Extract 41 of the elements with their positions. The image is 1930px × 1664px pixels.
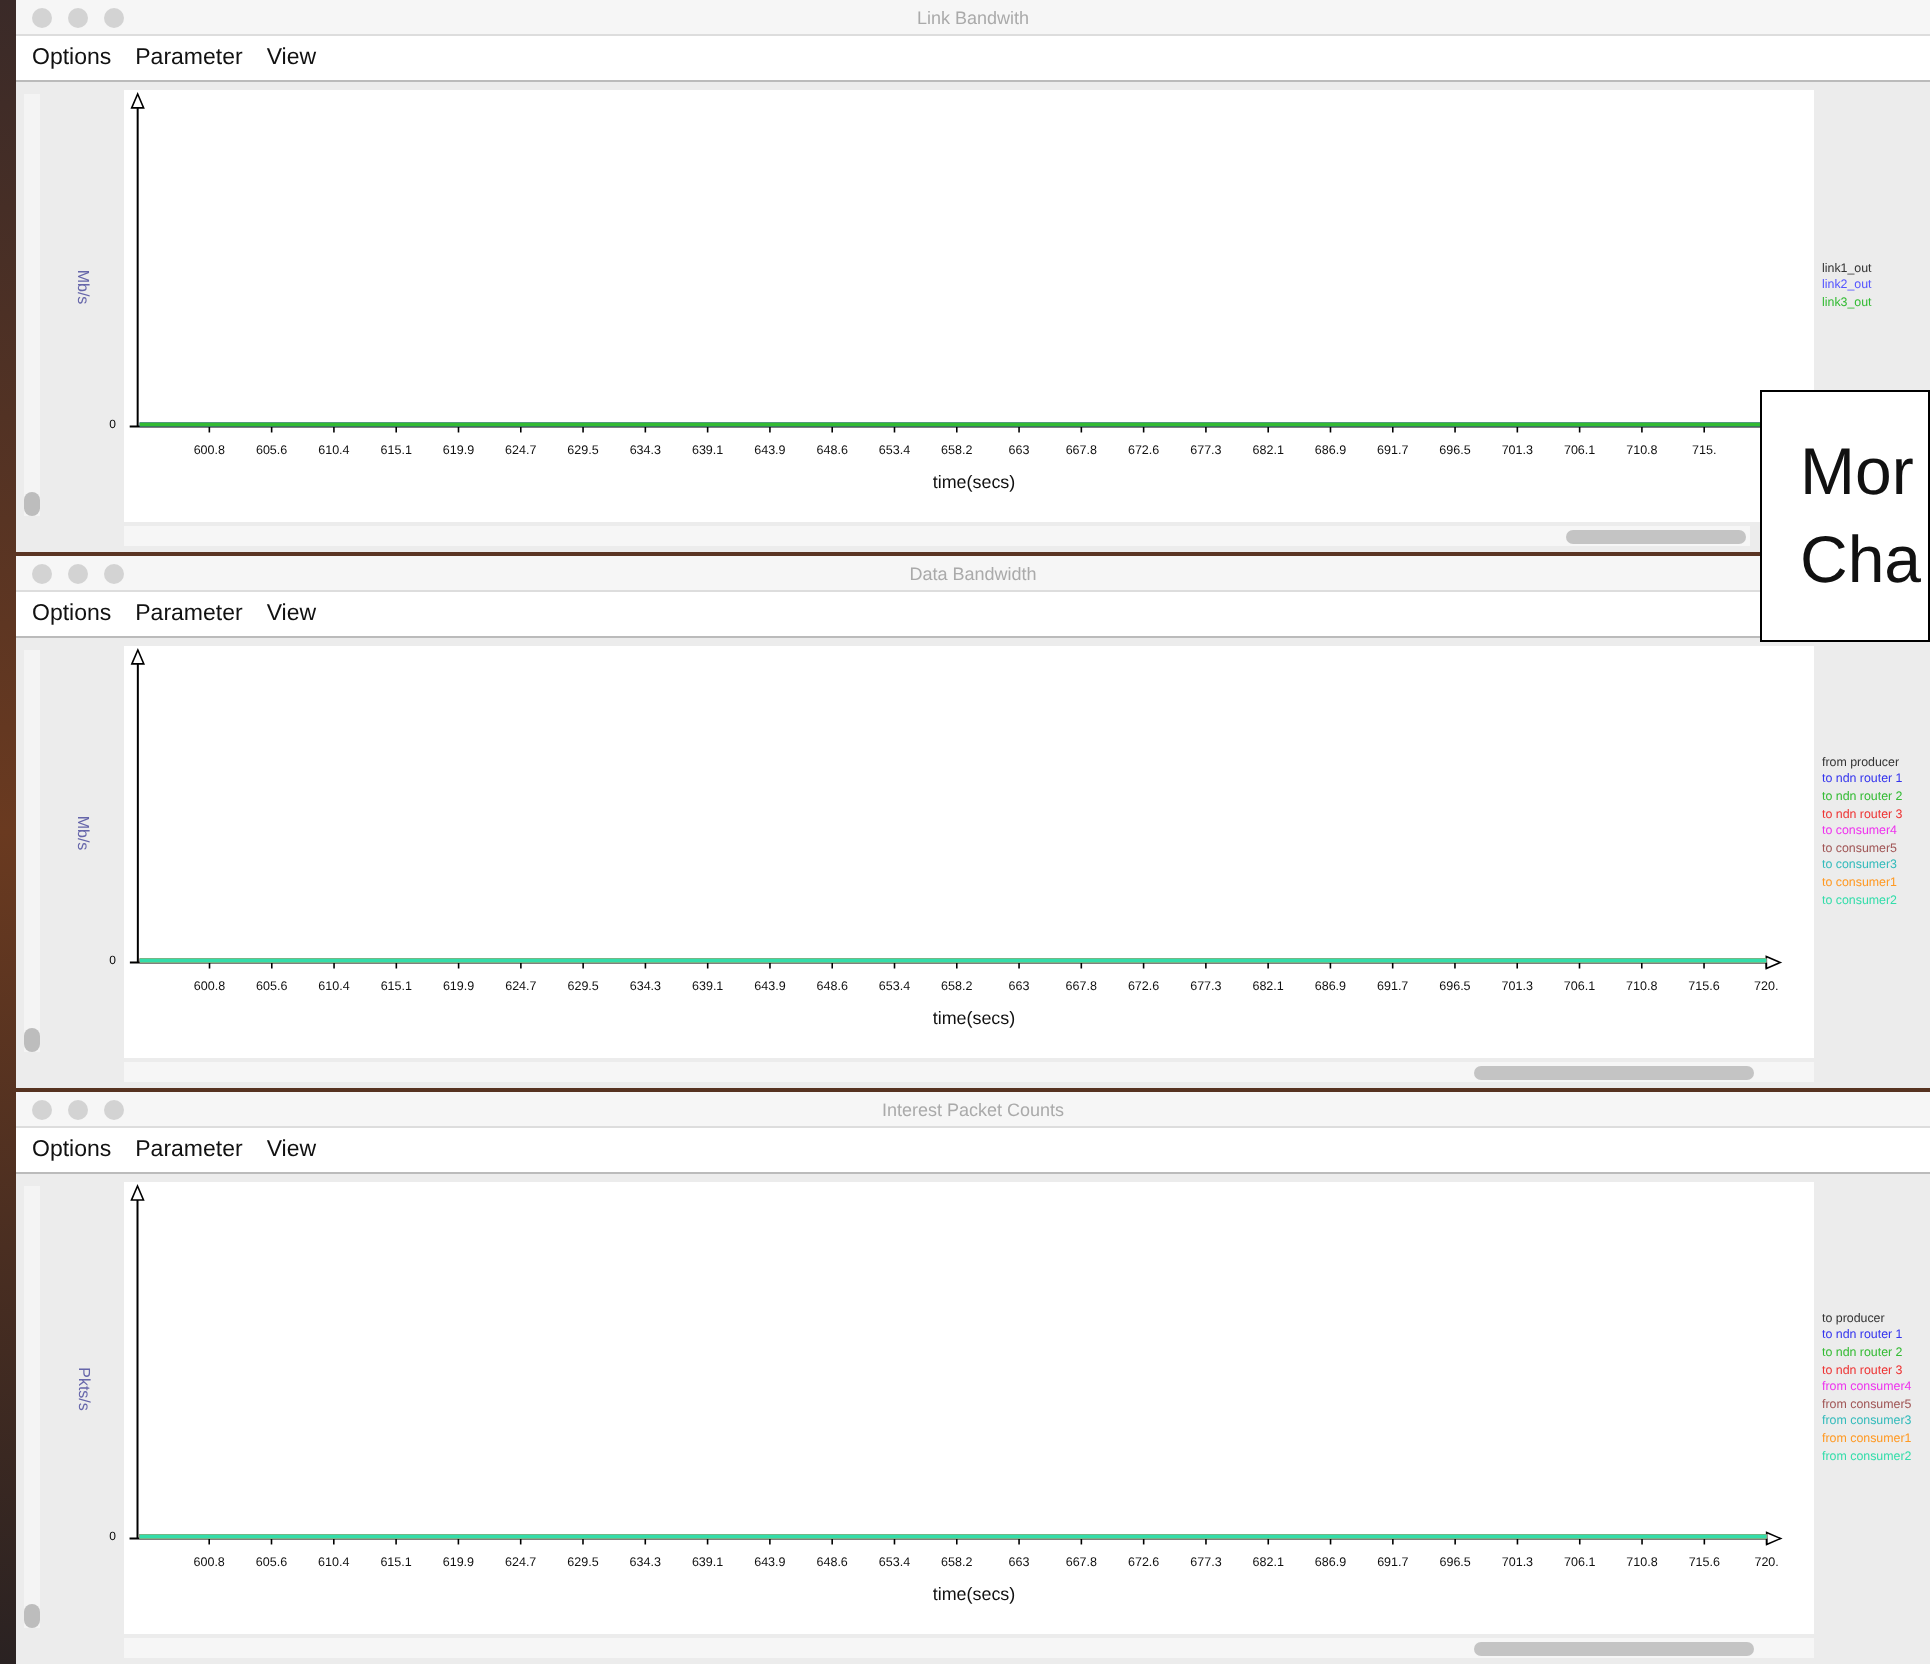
- callout-text: Cha: [1800, 520, 1924, 600]
- zoom-button[interactable]: [104, 1100, 124, 1120]
- menu-item[interactable]: View: [254, 1138, 329, 1162]
- scroll-thumb[interactable]: [1474, 1066, 1754, 1081]
- window-title: Interest Packet Counts: [881, 1099, 1065, 1119]
- axis-title: Mb/s: [75, 815, 93, 851]
- close-button[interactable]: [32, 8, 52, 28]
- menu-item[interactable]: Options: [20, 1138, 124, 1162]
- axis-title: time(secs): [932, 1584, 1016, 1605]
- scroll-track[interactable]: [24, 1186, 40, 1628]
- menu-item[interactable]: Parameter: [123, 602, 255, 626]
- minimize-button[interactable]: [68, 564, 88, 584]
- scroll-thumb[interactable]: [1474, 1642, 1754, 1657]
- menu-item[interactable]: Options: [20, 602, 124, 626]
- menu-item[interactable]: Parameter: [123, 1138, 255, 1162]
- menu-item[interactable]: Options: [20, 46, 124, 70]
- axis-title: time(secs): [932, 1008, 1016, 1029]
- zoom-button[interactable]: [104, 8, 124, 28]
- scroll-track[interactable]: [24, 94, 40, 516]
- minimize-button[interactable]: [68, 8, 88, 28]
- scroll-thumb[interactable]: [24, 1604, 40, 1628]
- scroll-track[interactable]: [24, 650, 40, 1052]
- axis-title: time(secs): [932, 472, 1016, 493]
- scroll-thumb[interactable]: [1566, 530, 1746, 545]
- scrollbar[interactable]: [124, 1638, 1814, 1658]
- close-button[interactable]: [32, 1100, 52, 1120]
- callout-text: Mor: [1800, 432, 1916, 512]
- close-button[interactable]: [32, 564, 52, 584]
- window-title: Link Bandwith: [916, 7, 1030, 27]
- axis-title: Mb/s: [75, 269, 93, 305]
- scrollbar[interactable]: [124, 1062, 1814, 1082]
- window-title: Data Bandwidth: [909, 563, 1037, 583]
- zoom-button[interactable]: [104, 564, 124, 584]
- menu-item[interactable]: Parameter: [123, 46, 255, 70]
- minimize-button[interactable]: [68, 1100, 88, 1120]
- axis-title: Pkts/s: [75, 1367, 93, 1411]
- scroll-thumb[interactable]: [24, 492, 40, 516]
- scroll-thumb[interactable]: [24, 1028, 40, 1052]
- scrollbar[interactable]: [124, 526, 1750, 546]
- menu-item[interactable]: View: [254, 602, 329, 626]
- menu-item[interactable]: View: [254, 46, 329, 70]
